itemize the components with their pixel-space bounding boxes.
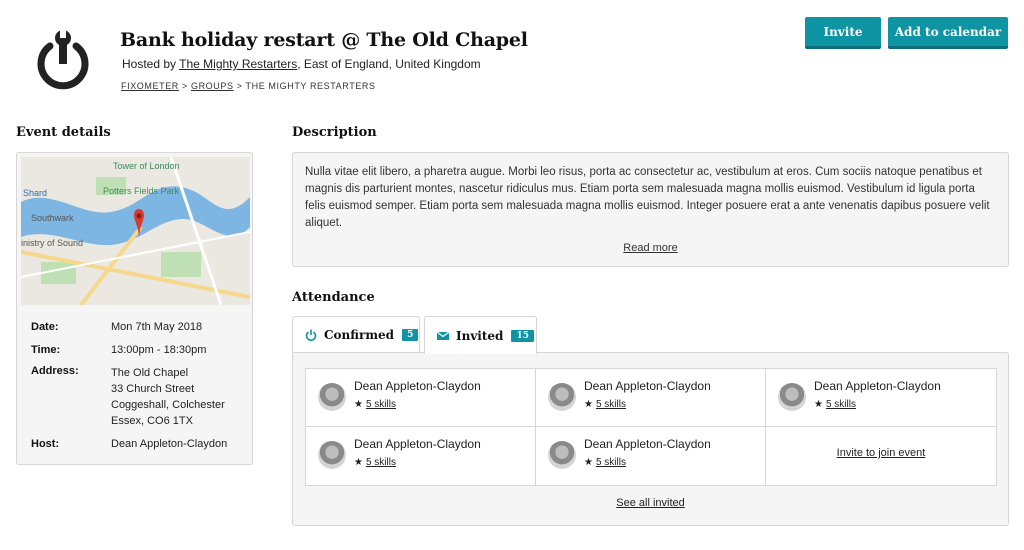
envelope-icon: [437, 331, 449, 341]
confirmed-count-badge: 5: [402, 329, 419, 341]
read-more-link[interactable]: Read more: [623, 242, 677, 254]
address-label: Address:: [31, 365, 79, 377]
invited-grid: Dean Appleton-Claydon ★ 5 skills Dean App…: [305, 368, 997, 486]
invite-button[interactable]: Invite: [805, 17, 881, 49]
invited-count-badge: 15: [511, 329, 534, 342]
star-icon: ★: [584, 399, 593, 410]
breadcrumb-current: THE MIGHTY RESTARTERS: [245, 81, 376, 91]
date-label: Date:: [31, 321, 59, 333]
skills-link[interactable]: 5 skills: [366, 399, 396, 410]
time-label: Time:: [31, 344, 61, 356]
power-icon: [305, 329, 317, 341]
breadcrumb-groups[interactable]: GROUPS: [191, 81, 234, 91]
host-label: Host:: [31, 438, 60, 450]
tab-invited-label: Invited: [456, 328, 504, 343]
attendee-card[interactable]: Dean Appleton-Claydon ★ 5 skills: [536, 369, 766, 427]
location-map[interactable]: Tower of London Shard Potters Fields Par…: [21, 157, 250, 305]
description-text: Nulla vitae elit libero, a pharetra augu…: [305, 166, 990, 229]
skills-link[interactable]: 5 skills: [596, 457, 626, 468]
event-address: The Old Chapel 33 Church Street Coggesha…: [111, 367, 225, 427]
attendance-panel: Dean Appleton-Claydon ★ 5 skills Dean App…: [292, 352, 1009, 526]
avatar: [548, 441, 576, 469]
event-details-heading: Event details: [16, 125, 111, 140]
event-date: Mon 7th May 2018: [111, 321, 203, 333]
tab-confirmed-label: Confirmed: [324, 328, 395, 342]
star-icon: ★: [354, 457, 363, 468]
attendee-name: Dean Appleton-Claydon: [584, 437, 711, 451]
skills-link[interactable]: 5 skills: [596, 399, 626, 410]
breadcrumb: FIXOMETER > GROUPS > THE MIGHTY RESTARTE…: [121, 81, 376, 91]
star-icon: ★: [584, 457, 593, 468]
avatar: [318, 383, 346, 411]
tab-invited[interactable]: Invited 15: [424, 316, 537, 354]
attendee-card[interactable]: Dean Appleton-Claydon ★ 5 skills: [536, 427, 766, 485]
event-details-card: Tower of London Shard Potters Fields Par…: [16, 152, 253, 465]
attendee-card[interactable]: Dean Appleton-Claydon ★ 5 skills: [306, 427, 536, 485]
attendee-name: Dean Appleton-Claydon: [354, 379, 481, 393]
restarters-power-logo: [37, 30, 89, 90]
event-time: 13:00pm - 18:30pm: [111, 344, 207, 356]
see-all-invited-link[interactable]: See all invited: [616, 497, 685, 509]
tab-confirmed[interactable]: Confirmed 5: [292, 316, 420, 353]
hosted-by-line: Hosted by The Mighty Restarters, East of…: [122, 57, 481, 71]
star-icon: ★: [814, 399, 823, 410]
map-label: inistry of Sound: [21, 238, 83, 248]
host-group-link[interactable]: The Mighty Restarters: [179, 57, 297, 71]
description-heading: Description: [292, 125, 377, 140]
breadcrumb-fixometer[interactable]: FIXOMETER: [121, 81, 179, 91]
avatar: [778, 383, 806, 411]
skills-link[interactable]: 5 skills: [826, 399, 856, 410]
map-label: Tower of London: [113, 161, 180, 171]
event-details-list: Date: Mon 7th May 2018 Time: 13:00pm - 18:…: [31, 319, 227, 459]
skills-link[interactable]: 5 skills: [366, 457, 396, 468]
attendee-card[interactable]: Dean Appleton-Claydon ★ 5 skills: [766, 369, 996, 427]
map-label: Shard: [23, 188, 47, 198]
invite-to-join-link[interactable]: Invite to join event: [837, 447, 926, 459]
attendee-name: Dean Appleton-Claydon: [814, 379, 941, 393]
add-to-calendar-button[interactable]: Add to calendar: [888, 17, 1008, 49]
avatar: [548, 383, 576, 411]
invite-cell: Invite to join event: [766, 427, 996, 485]
event-host: Dean Appleton-Claydon: [111, 438, 228, 450]
star-icon: ★: [354, 399, 363, 410]
attendance-heading: Attendance: [292, 290, 375, 305]
page-title: Bank holiday restart @ The Old Chapel: [120, 29, 528, 51]
map-label: Southwark: [31, 213, 74, 223]
attendee-name: Dean Appleton-Claydon: [354, 437, 481, 451]
description-card: Nulla vitae elit libero, a pharetra augu…: [292, 152, 1009, 267]
attendee-name: Dean Appleton-Claydon: [584, 379, 711, 393]
map-label: Potters Fields Park: [103, 186, 180, 196]
avatar: [318, 441, 346, 469]
attendee-card[interactable]: Dean Appleton-Claydon ★ 5 skills: [306, 369, 536, 427]
